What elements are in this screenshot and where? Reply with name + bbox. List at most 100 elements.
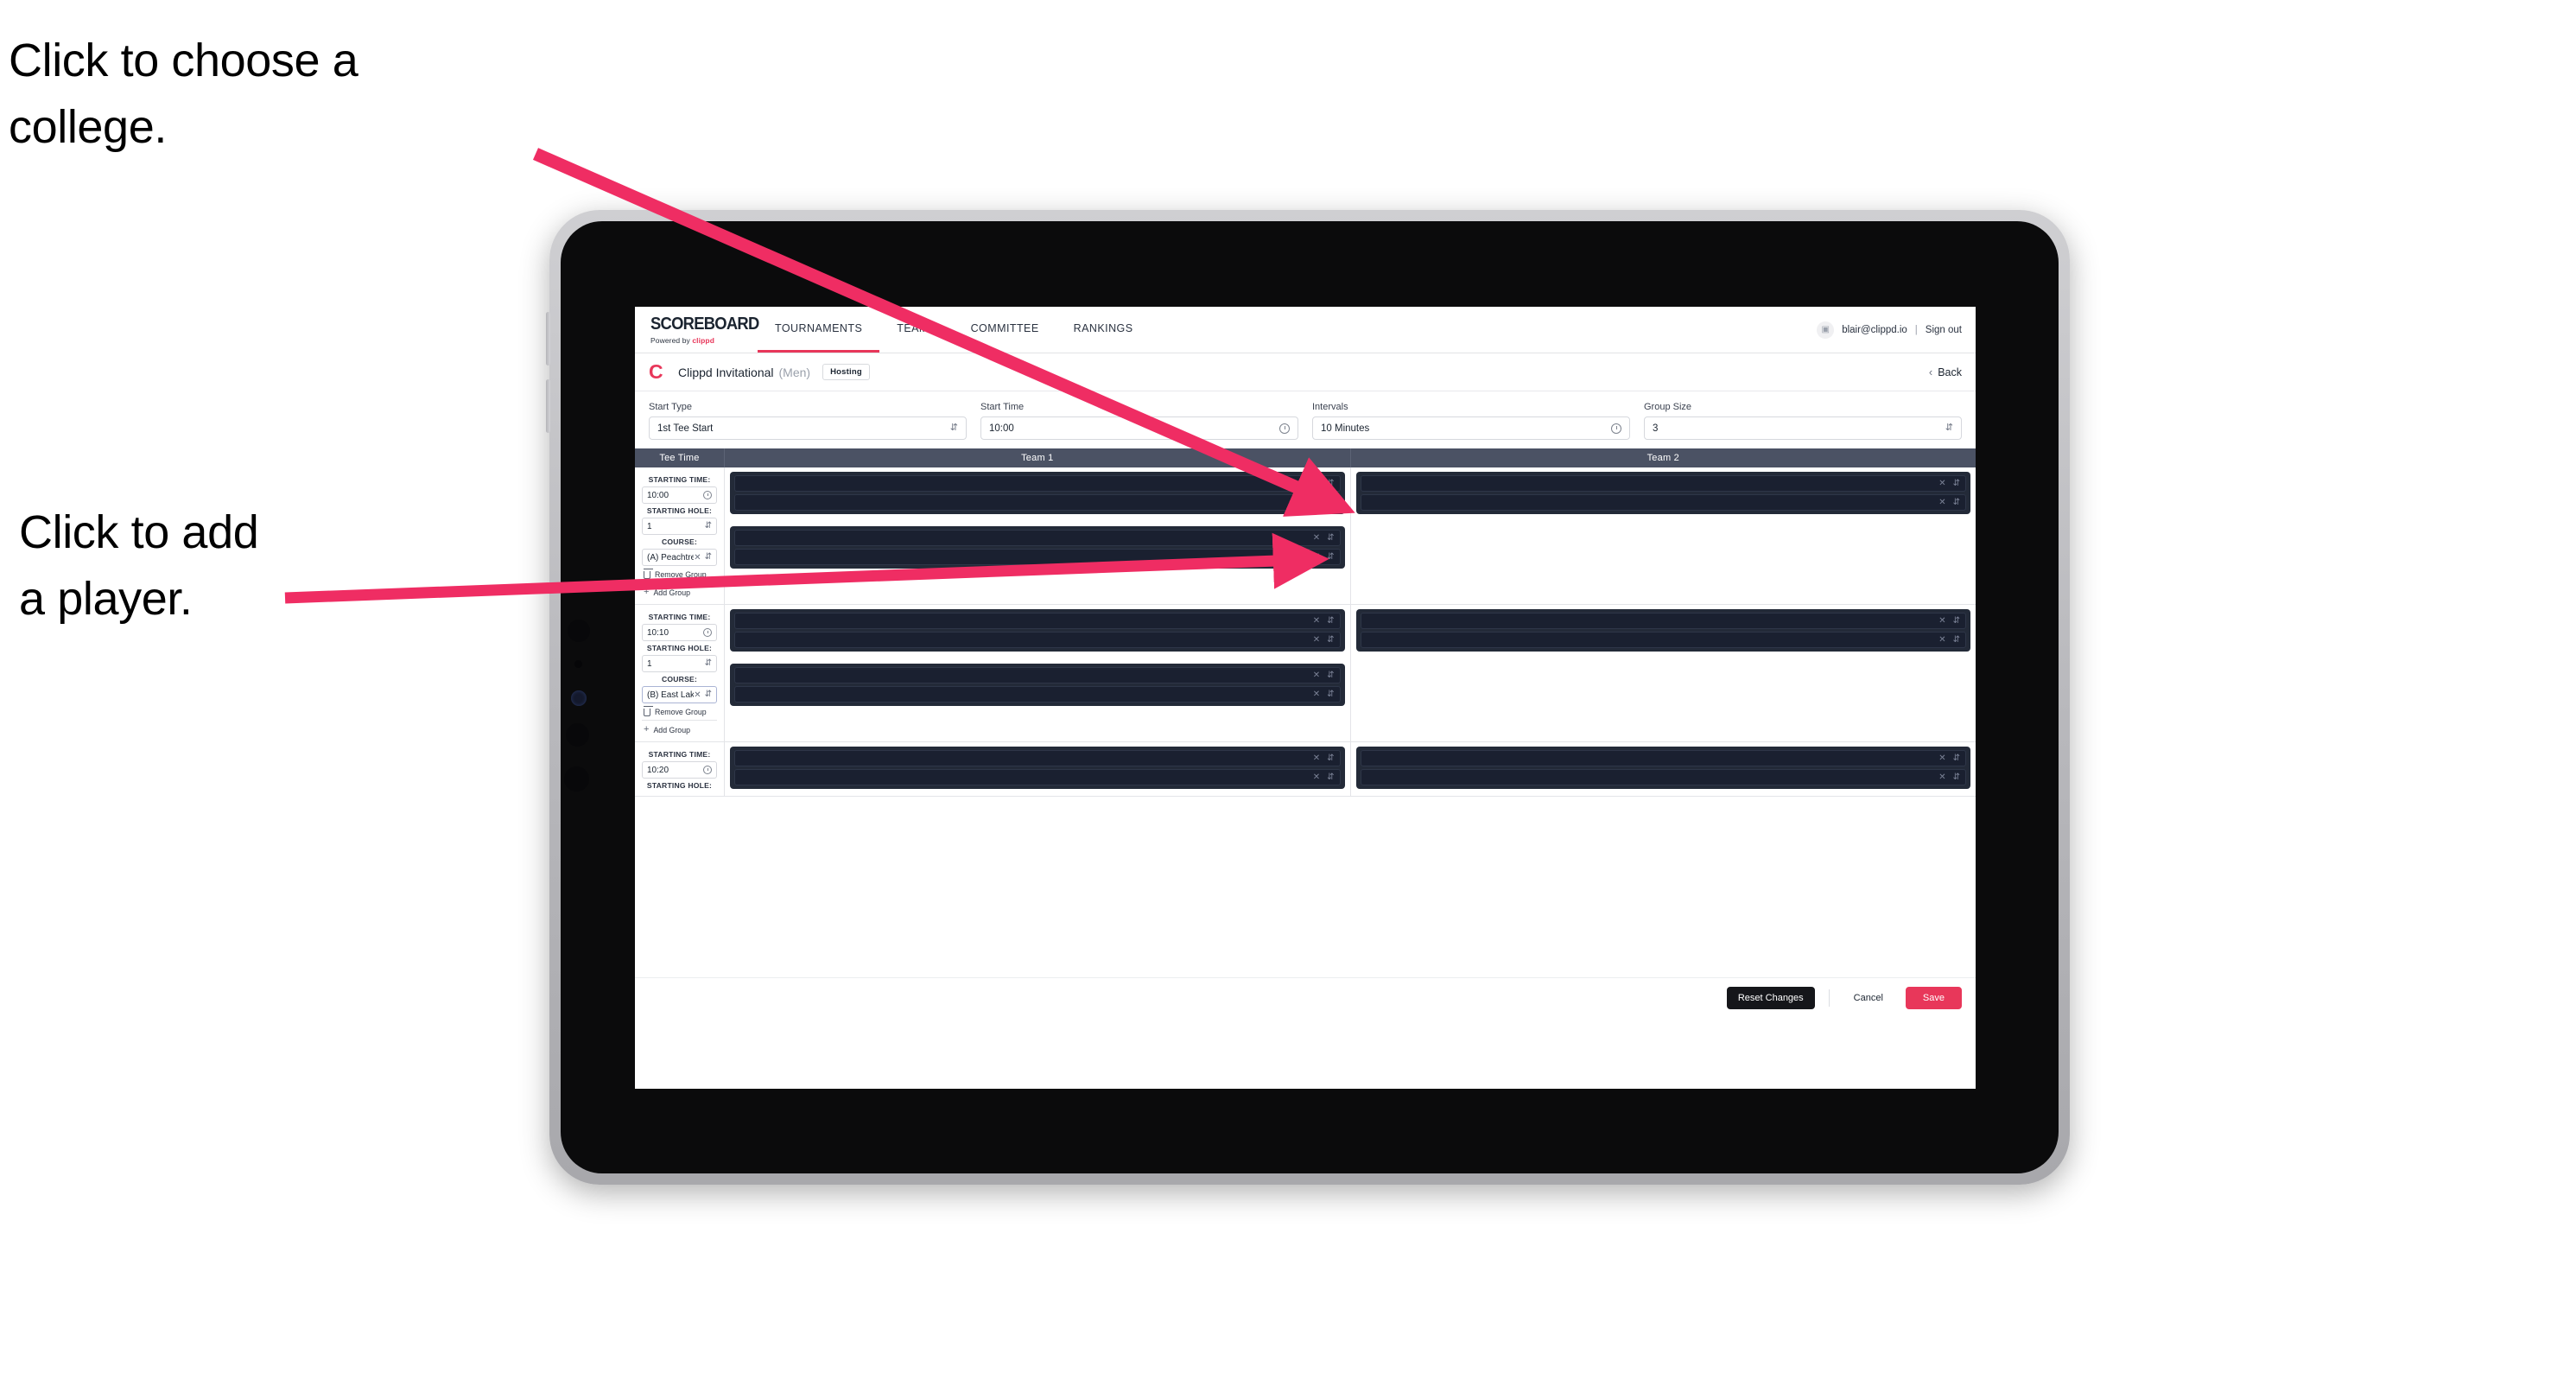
user-avatar-icon[interactable]: ▣ <box>1817 321 1835 339</box>
player-card: ✕ ⇵ ✕ ⇵ <box>730 526 1345 569</box>
clock-icon <box>703 766 712 774</box>
remove-group-button-2[interactable]: Remove Group <box>642 703 717 721</box>
clear-icon[interactable]: ✕ <box>1938 498 1945 507</box>
player-select-row[interactable]: ✕ ⇵ <box>734 686 1341 703</box>
starting-time-input-3[interactable]: 10:20 <box>642 761 717 779</box>
clear-icon[interactable]: ✕ <box>1938 635 1945 645</box>
course-select-2[interactable]: (B) East Lake GC ✕ ⇵ <box>642 686 717 703</box>
nav-item-tournaments[interactable]: TOURNAMENTS <box>758 307 880 353</box>
starting-hole-value-1: 1 <box>647 521 652 531</box>
team-2-cell-group-2: ✕ ⇵ ✕ ⇵ <box>1351 605 1976 741</box>
column-header-tee-time: Tee Time <box>635 448 725 467</box>
intervals-input[interactable]: 10 Minutes <box>1312 416 1630 440</box>
player-card: ✕ ⇵ ✕ ⇵ <box>730 472 1345 514</box>
nav-item-committee[interactable]: COMMITTEE <box>954 307 1056 353</box>
player-card: ✕ ⇵ ✕ ⇵ <box>1355 747 1970 789</box>
tablet-volume-down-button[interactable] <box>546 379 550 433</box>
add-group-button-2[interactable]: + Add Group <box>642 721 717 738</box>
player-select-row[interactable]: ✕ ⇵ <box>734 549 1341 565</box>
clear-icon[interactable]: ✕ <box>1313 616 1320 626</box>
clear-icon[interactable]: ✕ <box>1313 479 1320 488</box>
clear-icon[interactable]: ✕ <box>1313 635 1320 645</box>
remove-group-button-1[interactable]: Remove Group <box>642 566 717 583</box>
tablet-volume-up-button[interactable] <box>546 312 550 366</box>
stepper-icon: ⇵ <box>1327 551 1335 562</box>
tee-time-cell-2: STARTING TIME: 10:10 STARTING HOLE: 1 ⇵ … <box>635 605 725 741</box>
add-group-button-1[interactable]: + Add Group <box>642 583 717 601</box>
tee-time-table-body[interactable]: STARTING TIME: 10:00 STARTING HOLE: 1 ⇵ … <box>635 467 1976 977</box>
stepper-icon: ⇵ <box>1327 615 1335 626</box>
player-select-row[interactable]: ✕ ⇵ <box>734 613 1341 629</box>
player-select-row[interactable]: ✕ ⇵ <box>734 769 1341 785</box>
clock-icon <box>703 491 712 499</box>
starting-time-value-3: 10:20 <box>647 765 669 775</box>
stepper-icon: ⇵ <box>1327 670 1335 680</box>
intervals-value: 10 Minutes <box>1321 423 1370 434</box>
tablet-speaker-icon <box>566 723 589 747</box>
clock-icon <box>703 628 712 637</box>
back-button[interactable]: ‹ Back <box>1929 366 1962 378</box>
player-select-row[interactable]: ✕ ⇵ <box>1360 475 1966 492</box>
stepper-icon: ⇵ <box>1952 478 1960 488</box>
team-1-cell-group-3: ✕ ⇵ ✕ ⇵ <box>725 742 1351 796</box>
account-area: ▣ blair@clippd.io | Sign out <box>1817 307 1976 353</box>
add-group-label: Add Group <box>653 588 690 597</box>
player-select-row[interactable]: ✕ ⇵ <box>1360 769 1966 785</box>
sign-out-link[interactable]: Sign out <box>1926 325 1962 335</box>
field-intervals: Intervals 10 Minutes <box>1312 402 1630 440</box>
course-select-1[interactable]: (A) Peachtree GC ✕ ⇵ <box>642 549 717 566</box>
tee-time-cell-3: STARTING TIME: 10:20 STARTING HOLE: <box>635 742 725 796</box>
player-select-row[interactable]: ✕ ⇵ <box>1360 613 1966 629</box>
stepper-icon: ⇵ <box>1945 423 1953 433</box>
clear-icon[interactable]: ✕ <box>1313 498 1320 507</box>
clear-icon[interactable]: ✕ <box>1938 772 1945 782</box>
clippd-logo-icon: C <box>649 359 663 383</box>
stepper-icon: ⇵ <box>1952 497 1960 507</box>
clear-icon[interactable]: ✕ <box>1938 616 1945 626</box>
clear-icon[interactable]: ✕ <box>1938 479 1945 488</box>
player-card: ✕ ⇵ ✕ ⇵ <box>730 747 1345 789</box>
team-2-cell-group-3: ✕ ⇵ ✕ ⇵ <box>1351 742 1976 796</box>
start-time-input[interactable]: 10:00 <box>980 416 1298 440</box>
clear-icon[interactable]: ✕ <box>694 690 701 700</box>
player-select-row[interactable]: ✕ ⇵ <box>734 750 1341 766</box>
starting-time-value-2: 10:10 <box>647 627 669 638</box>
nav-item-rankings[interactable]: RANKINGS <box>1056 307 1151 353</box>
clear-icon[interactable]: ✕ <box>1938 753 1945 763</box>
player-select-row[interactable]: ✕ ⇵ <box>734 667 1341 683</box>
starting-hole-input-1[interactable]: 1 ⇵ <box>642 518 717 535</box>
player-select-row[interactable]: ✕ ⇵ <box>1360 494 1966 511</box>
clear-icon[interactable]: ✕ <box>694 553 701 563</box>
clear-icon[interactable]: ✕ <box>1313 772 1320 782</box>
clear-icon[interactable]: ✕ <box>1313 671 1320 680</box>
starting-time-input-2[interactable]: 10:10 <box>642 624 717 641</box>
brand-tagline: Powered by clippd <box>650 336 758 345</box>
starting-time-label: STARTING TIME: <box>648 750 711 759</box>
status-badge: Hosting <box>822 364 870 380</box>
cancel-button[interactable]: Cancel <box>1843 987 1894 1009</box>
clear-icon[interactable]: ✕ <box>1313 753 1320 763</box>
group-size-value: 3 <box>1653 423 1659 434</box>
start-type-select[interactable]: 1st Tee Start ⇵ <box>649 416 967 440</box>
stepper-icon: ⇵ <box>704 658 712 668</box>
player-select-row[interactable]: ✕ ⇵ <box>1360 750 1966 766</box>
field-group-size: Group Size 3 ⇵ <box>1644 402 1962 440</box>
reset-changes-button[interactable]: Reset Changes <box>1726 986 1815 1009</box>
player-select-row[interactable]: ✕ ⇵ <box>734 632 1341 648</box>
brand-logo[interactable]: SCOREBOARD Powered by clippd <box>635 307 759 353</box>
field-group-size-label: Group Size <box>1644 402 1692 412</box>
tournament-bar: C Clippd Invitational (Men) Hosting ‹ Ba… <box>635 353 1976 391</box>
nav-item-teams[interactable]: TEAMS <box>879 307 953 353</box>
player-select-row[interactable]: ✕ ⇵ <box>734 475 1341 492</box>
starting-time-input-1[interactable]: 10:00 <box>642 486 717 504</box>
player-select-row[interactable]: ✕ ⇵ <box>734 530 1341 546</box>
clear-icon[interactable]: ✕ <box>1313 552 1320 562</box>
save-button[interactable]: Save <box>1905 986 1962 1009</box>
clear-icon[interactable]: ✕ <box>1313 533 1320 543</box>
group-size-select[interactable]: 3 ⇵ <box>1644 416 1962 440</box>
player-select-row[interactable]: ✕ ⇵ <box>1360 632 1966 648</box>
starting-hole-input-2[interactable]: 1 ⇵ <box>642 655 717 672</box>
trash-icon <box>643 705 653 716</box>
clear-icon[interactable]: ✕ <box>1313 690 1320 699</box>
player-select-row[interactable]: ✕ ⇵ <box>734 494 1341 511</box>
